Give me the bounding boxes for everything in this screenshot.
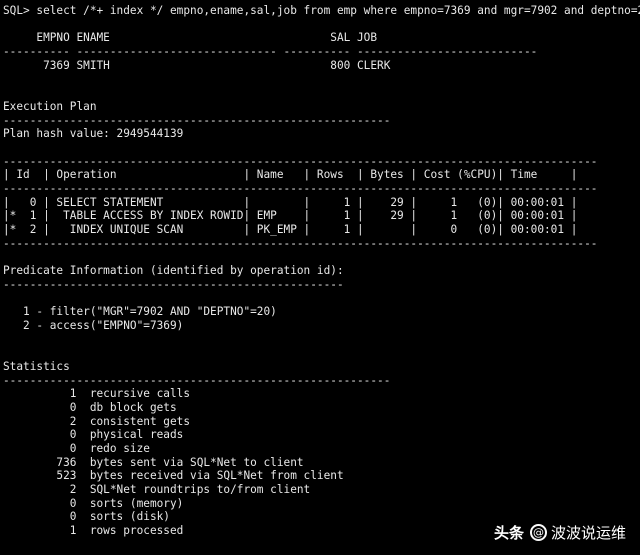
terminal-line: 0 redo size <box>3 442 150 455</box>
terminal-line: Execution Plan <box>3 99 97 113</box>
watermark: 头条 @ 波波说运维 <box>494 522 626 543</box>
watermark-author: 波波说运维 <box>550 524 626 542</box>
terminal-line: 523 bytes received via SQL*Net from clie… <box>3 469 344 483</box>
terminal-line: 7369 SMITH 800 CLERK <box>3 58 391 72</box>
terminal-line: 2 - access("EMPNO"=7369) <box>3 318 184 332</box>
terminal-line: ----------------------------------------… <box>3 277 344 291</box>
at-icon: @ <box>529 524 547 541</box>
terminal-line: 0 sorts (memory) <box>3 496 184 510</box>
terminal-line: 2 SQL*Net roundtrips to/from client <box>3 483 311 497</box>
terminal-line: 2 consistent gets <box>3 414 191 428</box>
terminal-line: |* 2 | INDEX UNIQUE SCAN | PK_EMP | 1 | … <box>3 223 578 236</box>
terminal-line: ----------------------------------------… <box>3 181 598 195</box>
terminal-line: 1 recursive calls <box>3 387 191 401</box>
watermark-brand: 头条 <box>493 524 524 542</box>
terminal-line: EMPNO ENAME SAL JOB <box>3 31 378 45</box>
terminal-line: Plan hash value: 2949544139 <box>3 127 184 141</box>
terminal-line: |* 1 | TABLE ACCESS BY INDEX ROWID| EMP … <box>3 209 578 223</box>
terminal-line: SQL> select /*+ index */ empno,ename,sal… <box>3 4 640 17</box>
terminal-line: 0 physical reads <box>3 428 184 442</box>
terminal-line: ----------------------------------------… <box>3 154 598 168</box>
terminal-line: ----------------------------------------… <box>3 236 598 250</box>
terminal-line: | Id | Operation | Name | Rows | Bytes |… <box>3 168 578 182</box>
terminal-line: 736 bytes sent via SQL*Net to client <box>3 455 304 469</box>
terminal-line: 1 - filter("MGR"=7902 AND "DEPTNO"=20) <box>3 305 277 319</box>
terminal-line: Statistics <box>3 359 70 373</box>
terminal-line: Predicate Information (identified by ope… <box>3 264 344 278</box>
terminal-line: 0 db block gets <box>3 400 177 414</box>
terminal-line: ---------- -----------------------------… <box>3 45 538 59</box>
terminal-line: | 0 | SELECT STATEMENT | | 1 | 29 | 1 (0… <box>3 195 578 209</box>
terminal-line: ----------------------------------------… <box>3 113 391 127</box>
terminal-window[interactable]: SQL> select /*+ index */ empno,ename,sal… <box>0 0 640 555</box>
terminal-line: ----------------------------------------… <box>3 373 391 387</box>
